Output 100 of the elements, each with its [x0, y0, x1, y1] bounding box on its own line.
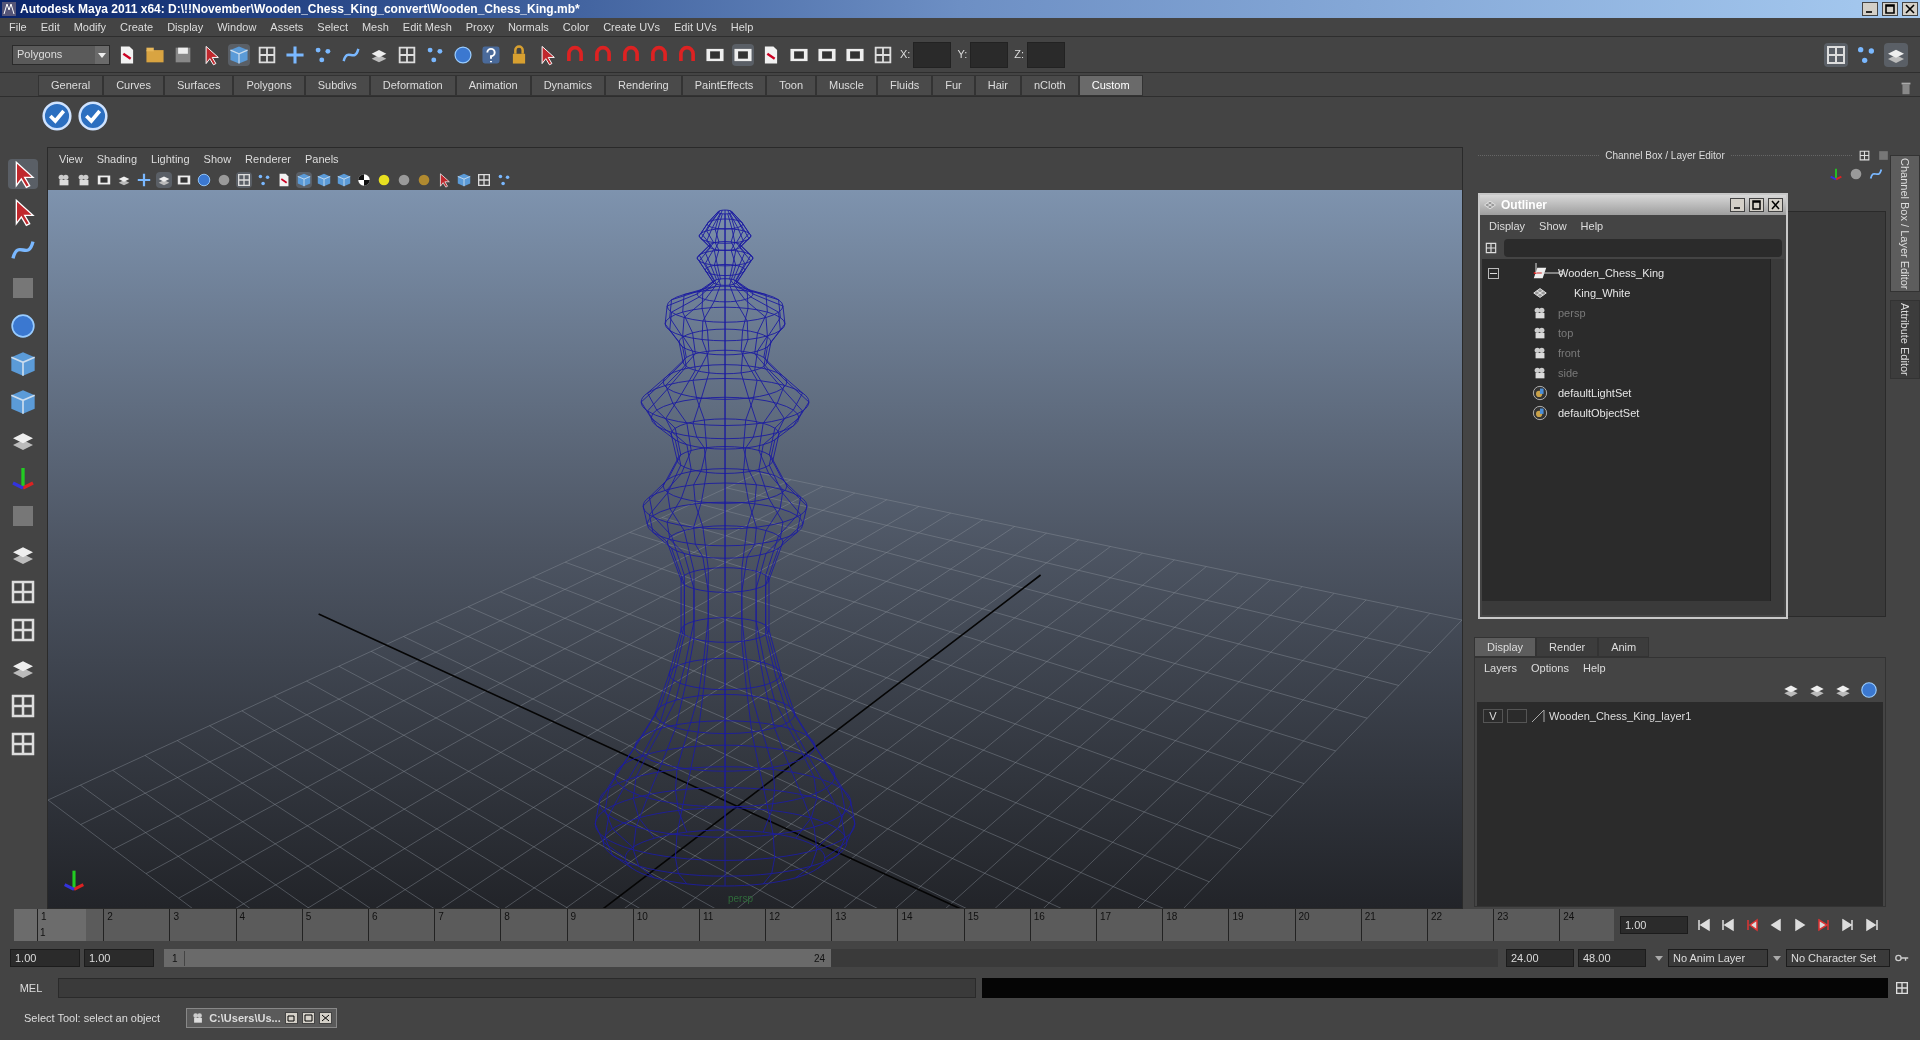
menu-item[interactable]: File [2, 18, 34, 36]
collapse-icon[interactable] [1487, 267, 1499, 279]
side-tab[interactable]: Channel Box / Layer Editor [1889, 155, 1920, 293]
play-forward-icon[interactable] [1792, 917, 1808, 933]
shelf-tab[interactable]: Custom [1078, 75, 1143, 96]
menu-item[interactable]: Options [1524, 659, 1576, 677]
menu-item[interactable]: Create UVs [596, 18, 667, 36]
menu-item[interactable]: Help [1573, 217, 1611, 235]
range-start-handle[interactable]: 1 [166, 951, 185, 966]
taskbar-item[interactable]: C:\Users\Us... [186, 1008, 337, 1028]
menu-item[interactable]: Proxy [458, 18, 501, 36]
sphere-icon[interactable] [452, 43, 474, 66]
layer-tab[interactable]: Anim [1598, 637, 1650, 657]
playback-toggle[interactable] [1507, 709, 1527, 723]
layer-tab[interactable]: Display [1474, 637, 1537, 657]
minimize-icon[interactable] [1730, 198, 1745, 212]
cube-icon[interactable] [316, 172, 332, 188]
shelf-tab[interactable]: Surfaces [164, 75, 234, 96]
outliner-item[interactable]: defaultObjectSet [1558, 404, 1640, 422]
maximize-icon[interactable] [1749, 198, 1764, 212]
menu-item[interactable]: Layers [1477, 659, 1525, 677]
shelf-tab[interactable]: PaintEffects [681, 75, 767, 96]
mode-dropdown[interactable]: Polygons [12, 44, 110, 65]
range-slider-track[interactable]: 1 24 [164, 949, 1498, 967]
menu-item[interactable]: Panels [297, 150, 346, 168]
menu-item[interactable]: Renderer [238, 150, 298, 168]
menu-item[interactable]: Modify [66, 18, 114, 36]
menu-item[interactable]: Edit [33, 18, 67, 36]
shelf-tab[interactable]: Fluids [876, 75, 933, 96]
help-icon[interactable] [480, 43, 502, 66]
menu-item[interactable]: Mesh [354, 18, 396, 36]
horizontal-scrollbar[interactable] [1482, 601, 1784, 615]
restore-icon[interactable] [284, 1012, 298, 1024]
grid-icon[interactable] [476, 172, 492, 188]
menu-item[interactable]: Select [310, 18, 355, 36]
checkmark-icon[interactable] [42, 101, 72, 131]
shelf-tab[interactable]: Fur [932, 75, 975, 96]
shelf-tab[interactable]: Toon [766, 75, 817, 96]
menu-item[interactable]: Show [196, 150, 239, 168]
coordinate-field[interactable] [913, 41, 952, 68]
sphere-icon[interactable] [396, 172, 412, 188]
outliner-item[interactable]: defaultLightSet [1558, 384, 1632, 402]
sphere-icon[interactable] [216, 172, 232, 188]
outliner-item[interactable]: Wooden_Chess_King [1558, 264, 1665, 282]
end-time-field[interactable]: 48.00 [1578, 949, 1646, 967]
step-forward-key-icon[interactable] [1840, 917, 1856, 933]
anim-layer-dropdown[interactable]: No Anim Layer [1668, 949, 1768, 967]
menu-item[interactable]: Display [1482, 217, 1533, 235]
menu-item[interactable]: Edit UVs [667, 18, 724, 36]
grid-icon[interactable] [236, 172, 252, 188]
coordinate-field[interactable] [1027, 41, 1065, 68]
layer-editor-icon[interactable] [1884, 42, 1908, 67]
step-back-frame-icon[interactable] [1744, 917, 1760, 933]
points-icon[interactable] [256, 172, 272, 188]
cube-icon[interactable] [296, 172, 312, 188]
vertical-scrollbar[interactable] [1770, 259, 1784, 601]
go-to-start-icon[interactable] [1696, 917, 1712, 933]
transform-icon[interactable] [1532, 265, 1548, 281]
minimize-icon[interactable] [1862, 2, 1878, 16]
set-icon[interactable] [1532, 405, 1548, 421]
maximize-icon[interactable] [1882, 2, 1898, 16]
go-to-end-icon[interactable] [1864, 917, 1880, 933]
shelf-tab[interactable]: Dynamics [530, 75, 605, 96]
step-forward-frame-icon[interactable] [1816, 917, 1832, 933]
shelf-tab[interactable]: Polygons [233, 75, 305, 96]
layer-name[interactable]: Wooden_Chess_King_layer1 [1549, 707, 1692, 725]
move-icon[interactable] [284, 43, 306, 66]
select-cursor-icon[interactable] [7, 159, 38, 189]
range-slider-fill[interactable] [164, 949, 831, 967]
menu-item[interactable]: Window [210, 18, 264, 36]
maximize-icon[interactable] [301, 1012, 315, 1024]
shelf-tab[interactable]: Deformation [369, 75, 456, 96]
set-icon[interactable] [1532, 385, 1548, 401]
shelf-tab[interactable]: Rendering [604, 75, 682, 96]
playback-start-field[interactable]: 1.00 [84, 949, 154, 967]
light-icon[interactable] [376, 172, 392, 188]
shelf-tab[interactable]: Subdivs [304, 75, 370, 96]
filter-field[interactable] [1504, 239, 1782, 257]
cube-icon[interactable] [456, 172, 472, 188]
menu-item[interactable]: Shading [89, 150, 145, 168]
play-backward-icon[interactable] [1768, 917, 1784, 933]
layer-tab[interactable]: Render [1536, 637, 1599, 657]
side-tab[interactable]: Attribute Editor [1889, 300, 1920, 380]
axes-icon[interactable] [1828, 166, 1844, 182]
checker-icon[interactable] [356, 172, 372, 188]
menu-item[interactable]: Show [1532, 217, 1574, 235]
current-time-field[interactable]: 1.00 [1620, 916, 1688, 934]
menu-item[interactable]: View [52, 150, 90, 168]
shelf-tab[interactable]: Animation [455, 75, 531, 96]
menu-item[interactable]: Normals [500, 18, 556, 36]
menu-item[interactable]: Assets [263, 18, 311, 36]
shelf-tab[interactable]: nCloth [1020, 75, 1079, 96]
menu-item[interactable]: Create [113, 18, 161, 36]
outliner-item[interactable]: King_White [1574, 284, 1631, 302]
time-slider[interactable]: 1 2 3 4 5 6 7 8 9 10 11 12 13 14 15 16 17 18 19 20 21 22 23 24 1 [14, 909, 1614, 941]
caret-icon[interactable] [1654, 953, 1664, 963]
menu-item[interactable]: Display [160, 18, 211, 36]
caret-icon[interactable] [1772, 953, 1782, 963]
start-time-field[interactable]: 1.00 [10, 949, 80, 967]
layer-color-icon[interactable] [1531, 709, 1545, 723]
